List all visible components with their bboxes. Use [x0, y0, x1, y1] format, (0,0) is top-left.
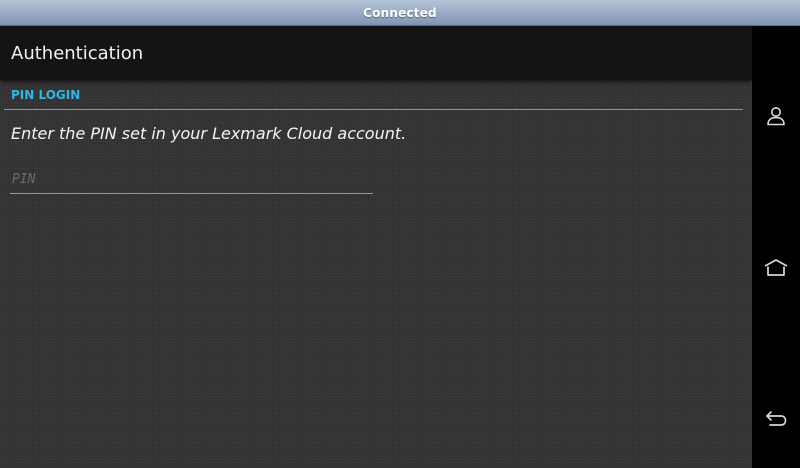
status-bar: Connected [0, 0, 800, 26]
section-header: PIN LOGIN [4, 84, 743, 110]
section-label-pin-login: PIN LOGIN [11, 88, 81, 102]
pin-instruction: Enter the PIN set in your Lexmark Cloud … [11, 124, 407, 143]
app-content: Authentication PIN LOGIN Enter the PIN s… [0, 26, 752, 468]
page-title: Authentication [11, 42, 144, 64]
home-icon [763, 258, 789, 278]
home-button[interactable] [752, 244, 800, 292]
connection-status: Connected [363, 5, 437, 20]
action-bar: Authentication [0, 26, 752, 80]
person-icon [765, 105, 787, 127]
navigation-bar [752, 26, 800, 468]
back-button[interactable] [752, 394, 800, 442]
back-icon [764, 409, 788, 427]
user-button[interactable] [752, 92, 800, 140]
pin-input[interactable] [10, 166, 373, 194]
